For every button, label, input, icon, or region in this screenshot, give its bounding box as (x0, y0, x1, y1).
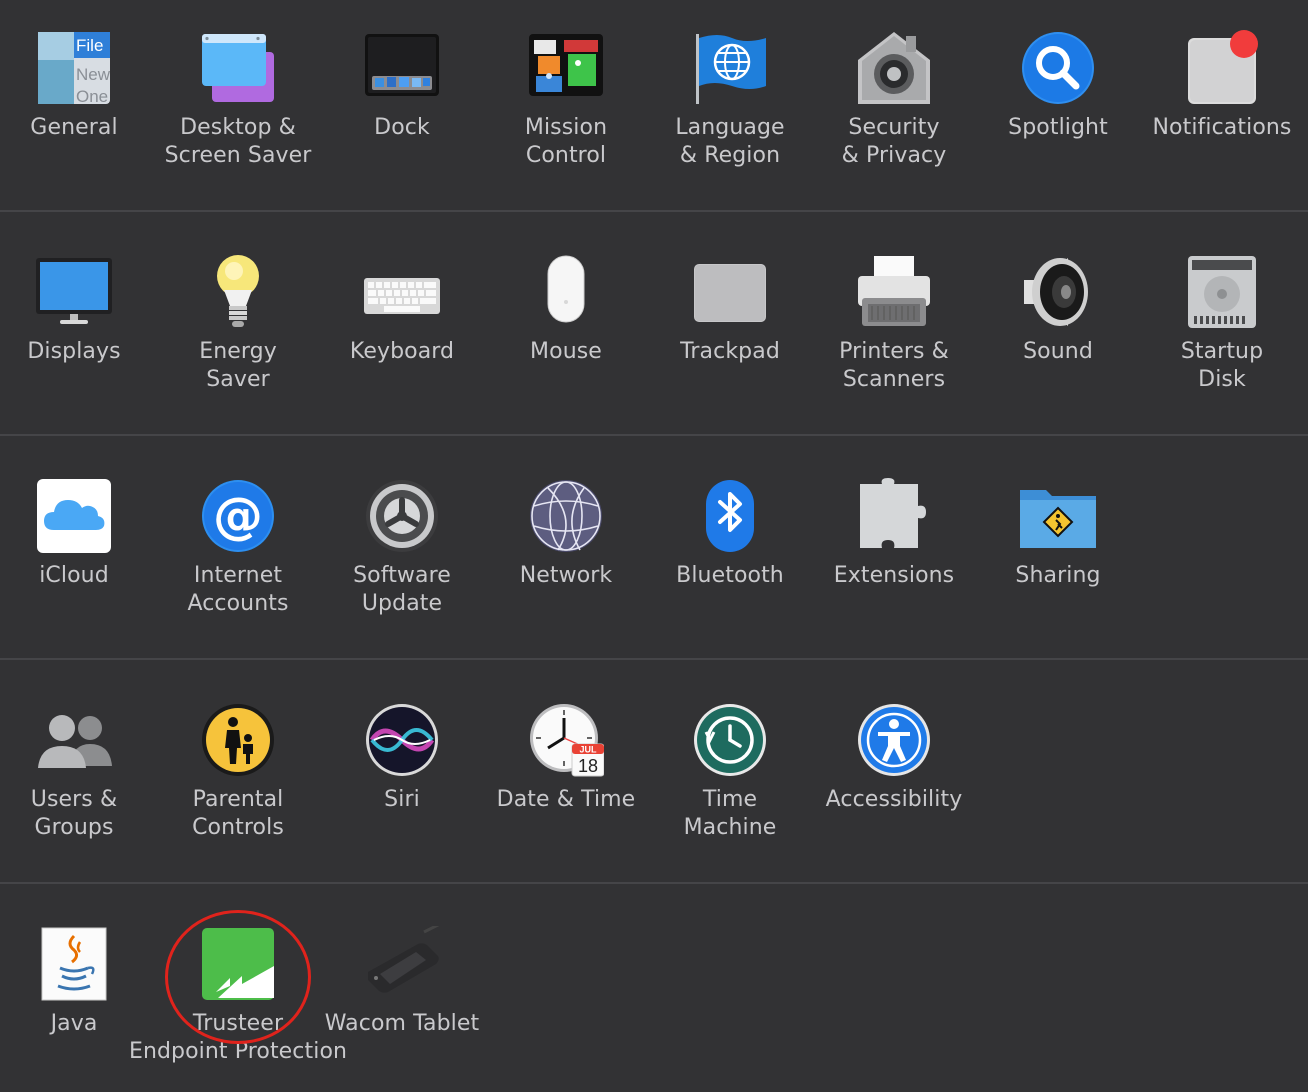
bluetooth-icon (692, 478, 768, 554)
pref-pane-label: Wacom Tablet (324, 1011, 480, 1036)
monitor-icon (36, 254, 112, 330)
pref-pane-security[interactable]: Security & Privacy (812, 30, 976, 180)
pref-pane-users[interactable]: Users & Groups (0, 702, 156, 852)
svg-text:New: New (76, 65, 111, 84)
pref-pane-language[interactable]: Language & Region (648, 30, 812, 180)
pref-pane-spotlight[interactable]: Spotlight (976, 30, 1140, 180)
pref-pane-network[interactable]: Network (484, 478, 648, 628)
notifications-icon (1184, 30, 1260, 106)
svg-text:File: File (76, 36, 103, 55)
users-icon (36, 702, 112, 778)
house-lock-icon (856, 30, 932, 106)
internet-prefs-section: iCloud @ Internet Accounts Software Update N… (0, 478, 1308, 658)
folder-sharing-icon (1020, 478, 1096, 554)
printer-icon (856, 254, 932, 330)
pref-pane-label: Accessibility (825, 787, 963, 812)
hard-disk-icon (1184, 254, 1260, 330)
trackpad-icon (692, 254, 768, 330)
section-divider (0, 882, 1308, 884)
hardware-prefs-section: Displays Energy Saver Keyboard Mouse Trackpa… (0, 254, 1308, 434)
personal-prefs-section: File New One General Desktop & Screen Saver D… (0, 30, 1308, 210)
cloud-icon (36, 478, 112, 554)
section-divider (0, 658, 1308, 660)
pref-pane-icloud[interactable]: iCloud (0, 478, 156, 628)
svg-text:@: @ (213, 487, 263, 545)
svg-text:One: One (76, 87, 108, 106)
pref-pane-accessibility[interactable]: Accessibility (812, 702, 976, 852)
section-divider (0, 210, 1308, 212)
time-machine-icon (692, 702, 768, 778)
siri-icon (364, 702, 440, 778)
pref-pane-datetime[interactable]: JUL 18 Date & Time (484, 702, 648, 852)
section-divider (0, 434, 1308, 436)
svg-text:JUL: JUL (579, 745, 597, 755)
pref-pane-timemachine[interactable]: Time Machine (648, 702, 812, 852)
pref-pane-wacom[interactable]: Wacom Tablet (320, 926, 484, 1076)
pref-pane-bluetooth[interactable]: Bluetooth (648, 478, 812, 628)
pref-pane-desktop[interactable]: Desktop & Screen Saver (156, 30, 320, 180)
accessibility-icon (856, 702, 932, 778)
desktop-screensaver-icon (200, 30, 276, 106)
pref-pane-printers[interactable]: Printers & Scanners (812, 254, 976, 404)
keyboard-icon (364, 254, 440, 330)
at-sign-icon: @ (200, 478, 276, 554)
pref-pane-mouse[interactable]: Mouse (484, 254, 648, 404)
pref-pane-startup[interactable]: Startup Disk (1140, 254, 1304, 404)
gear-icon (364, 478, 440, 554)
java-icon (36, 926, 112, 1002)
mission-control-icon (528, 30, 604, 106)
pref-pane-siri[interactable]: Siri (320, 702, 484, 852)
flag-icon (692, 30, 768, 106)
lightbulb-icon (200, 254, 276, 330)
dock-icon (364, 30, 440, 106)
pref-pane-sharing[interactable]: Sharing (976, 478, 1140, 628)
pref-pane-notifications[interactable]: Notifications (1140, 30, 1304, 180)
pref-pane-energy[interactable]: Energy Saver (156, 254, 320, 404)
pref-pane-dock[interactable]: Dock (320, 30, 484, 180)
puzzle-icon (856, 478, 932, 554)
clock-calendar-icon: JUL 18 (528, 702, 604, 778)
tablet-icon (364, 926, 440, 1002)
search-icon (1020, 30, 1096, 106)
pref-pane-software[interactable]: Software Update (320, 478, 484, 628)
pref-pane-internet[interactable]: @ Internet Accounts (156, 478, 320, 628)
pref-pane-extensions[interactable]: Extensions (812, 478, 976, 628)
mouse-icon (528, 254, 604, 330)
pref-pane-keyboard[interactable]: Keyboard (320, 254, 484, 404)
speaker-icon (1020, 254, 1096, 330)
highlight-circle (165, 910, 311, 1044)
pref-pane-general[interactable]: File New One General (0, 30, 156, 180)
pref-pane-label: Startup Disk (1180, 339, 1264, 392)
pref-pane-label: Notifications (1152, 115, 1292, 140)
pref-pane-label: Sharing (1015, 563, 1101, 588)
svg-text:18: 18 (578, 756, 598, 776)
system-prefs-section: Users & Groups Parental Controls Siri JUL 18… (0, 702, 1308, 882)
globe-icon (528, 478, 604, 554)
pref-pane-mission[interactable]: Mission Control (484, 30, 648, 180)
pref-pane-sound[interactable]: Sound (976, 254, 1140, 404)
system-preferences-window: File New One General Desktop & Screen Saver D… (0, 0, 1308, 1092)
parental-icon (200, 702, 276, 778)
pref-pane-displays[interactable]: Displays (0, 254, 156, 404)
general-icon: File New One (36, 30, 112, 106)
pref-pane-parental[interactable]: Parental Controls (156, 702, 320, 852)
pref-pane-trackpad[interactable]: Trackpad (648, 254, 812, 404)
